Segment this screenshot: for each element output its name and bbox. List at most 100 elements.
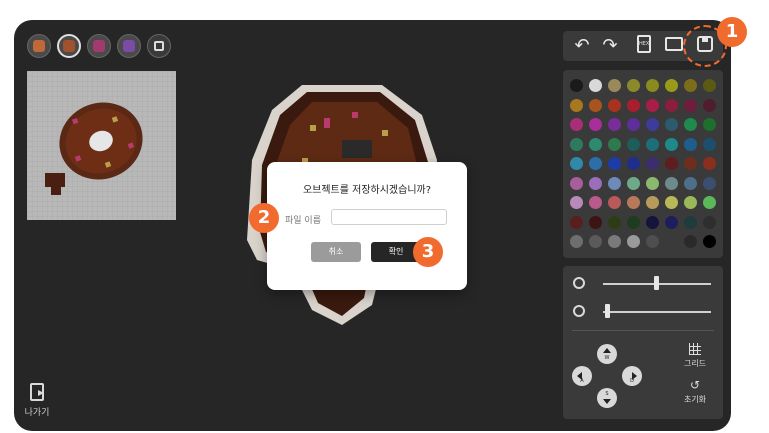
redo-button[interactable]: ↷ <box>599 36 621 56</box>
palette-swatch[interactable] <box>627 176 640 190</box>
palette-swatch[interactable] <box>608 98 621 112</box>
palette-swatch[interactable] <box>589 176 602 190</box>
exit-button[interactable]: 나가기 <box>22 383 52 418</box>
palette-swatch[interactable] <box>703 98 716 112</box>
file-name-label: 파일 이름 <box>285 216 321 226</box>
palette-swatch[interactable] <box>646 215 659 229</box>
palette-swatch[interactable] <box>665 137 678 151</box>
palette-swatch[interactable] <box>646 157 659 170</box>
palette-swatch[interactable] <box>608 157 621 170</box>
palette-swatch[interactable] <box>684 137 697 151</box>
palette-swatch[interactable] <box>589 79 602 92</box>
move-up-button[interactable]: W <box>597 344 617 364</box>
palette-swatch[interactable] <box>646 176 659 190</box>
zoom-slider-knob[interactable] <box>653 276 659 290</box>
palette-swatch[interactable] <box>684 79 697 92</box>
palette-swatch[interactable] <box>703 79 716 92</box>
document-icon[interactable]: HEX <box>637 35 651 53</box>
object-thumbnail[interactable] <box>27 71 176 220</box>
palette-swatch[interactable] <box>570 98 583 112</box>
palette-swatch[interactable] <box>627 157 640 170</box>
palette-swatch[interactable] <box>665 118 678 131</box>
palette-swatch[interactable] <box>684 118 697 131</box>
palette-swatch[interactable] <box>665 98 678 112</box>
palette-swatch[interactable] <box>703 235 716 248</box>
step-1-badge: 1 <box>717 17 747 47</box>
palette-swatch[interactable] <box>608 176 621 190</box>
key-a-label: A <box>580 378 584 384</box>
palette-swatch[interactable] <box>646 137 659 151</box>
reset-button[interactable]: ↺ 초기화 <box>675 379 715 405</box>
palette-swatch[interactable] <box>627 215 640 229</box>
palette-swatch[interactable] <box>570 196 583 209</box>
palette-swatch[interactable] <box>684 235 697 248</box>
palette-swatch[interactable] <box>608 196 621 209</box>
palette-swatch[interactable] <box>703 137 716 151</box>
palette-swatch[interactable] <box>646 98 659 112</box>
palette-swatch[interactable] <box>608 235 621 248</box>
add-object-button[interactable] <box>147 34 171 58</box>
avatar-4[interactable] <box>117 34 141 58</box>
exit-label: 나가기 <box>24 408 50 418</box>
palette-swatch[interactable] <box>608 137 621 151</box>
palette-swatch[interactable] <box>703 176 716 190</box>
palette-swatch[interactable] <box>627 235 640 248</box>
palette-swatch[interactable] <box>570 118 583 131</box>
palette-swatch[interactable] <box>646 118 659 131</box>
palette-swatch[interactable] <box>703 215 716 229</box>
palette-swatch[interactable] <box>684 176 697 190</box>
palette-swatch[interactable] <box>589 118 602 131</box>
palette-swatch[interactable] <box>570 137 583 151</box>
palette-swatch[interactable] <box>589 137 602 151</box>
avatar-3[interactable] <box>87 34 111 58</box>
palette-swatch[interactable] <box>570 79 583 92</box>
palette-swatch[interactable] <box>627 137 640 151</box>
cancel-button[interactable]: 취소 <box>311 242 361 262</box>
palette-swatch[interactable] <box>665 235 678 248</box>
palette-swatch[interactable] <box>589 98 602 112</box>
palette-swatch[interactable] <box>646 235 659 248</box>
document-icon-text: HEX <box>639 41 650 47</box>
move-right-button[interactable]: D <box>622 366 642 386</box>
avatar-1[interactable] <box>27 34 51 58</box>
palette-swatch[interactable] <box>665 176 678 190</box>
palette-swatch[interactable] <box>665 215 678 229</box>
grid-toggle-button[interactable]: 그리드 <box>675 343 715 369</box>
palette-swatch[interactable] <box>646 79 659 92</box>
palette-swatch[interactable] <box>589 196 602 209</box>
image-icon[interactable] <box>665 37 683 51</box>
palette-swatch[interactable] <box>684 215 697 229</box>
palette-swatch[interactable] <box>570 176 583 190</box>
palette-swatch[interactable] <box>589 235 602 248</box>
rotate-slider-track[interactable] <box>603 311 711 313</box>
file-name-input[interactable] <box>331 209 447 225</box>
palette-swatch[interactable] <box>589 157 602 170</box>
palette-swatch[interactable] <box>684 157 697 170</box>
palette-swatch[interactable] <box>608 79 621 92</box>
palette-swatch[interactable] <box>665 196 678 209</box>
palette-swatch[interactable] <box>665 79 678 92</box>
palette-swatch[interactable] <box>703 118 716 131</box>
palette-swatch[interactable] <box>608 215 621 229</box>
palette-swatch[interactable] <box>703 157 716 170</box>
palette-swatch[interactable] <box>646 196 659 209</box>
undo-button[interactable]: ↶ <box>571 36 593 56</box>
palette-swatch[interactable] <box>627 196 640 209</box>
color-palette <box>563 70 723 258</box>
palette-swatch[interactable] <box>570 235 583 248</box>
palette-swatch[interactable] <box>608 118 621 131</box>
palette-swatch[interactable] <box>570 157 583 170</box>
move-down-button[interactable]: S <box>597 388 617 408</box>
palette-swatch[interactable] <box>665 157 678 170</box>
palette-swatch[interactable] <box>627 98 640 112</box>
palette-swatch[interactable] <box>627 118 640 131</box>
palette-swatch[interactable] <box>570 215 583 229</box>
palette-swatch[interactable] <box>627 79 640 92</box>
avatar-2[interactable] <box>57 34 81 58</box>
rotate-slider-knob[interactable] <box>605 304 611 318</box>
palette-swatch[interactable] <box>703 196 716 209</box>
palette-swatch[interactable] <box>589 215 602 229</box>
move-left-button[interactable]: A <box>572 366 592 386</box>
palette-swatch[interactable] <box>684 98 697 112</box>
palette-swatch[interactable] <box>684 196 697 209</box>
